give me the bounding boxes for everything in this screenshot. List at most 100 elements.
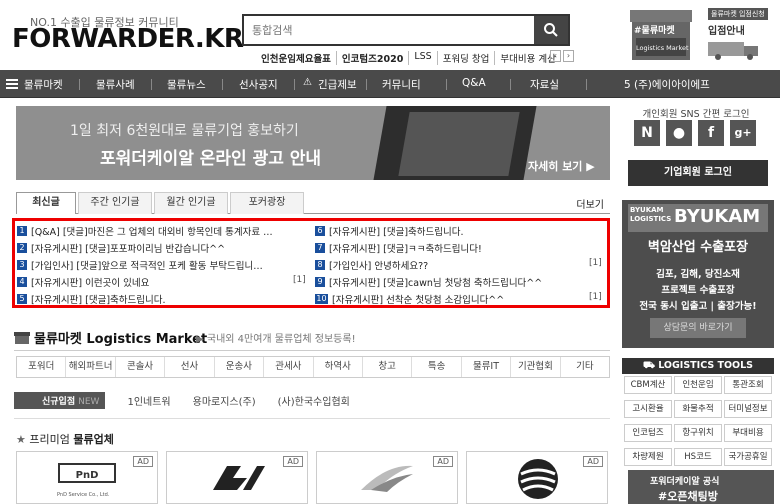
list-item[interactable]: 7 [자유게시판] [댓글]ㅋㅋ축하드립니다! <box>315 241 482 255</box>
svg-text:PnD: PnD <box>76 470 99 481</box>
category-etc[interactable]: 기타 <box>559 357 609 377</box>
market-subtitle[interactable]: ▶ 국내외 4만여개 물류업체 정보등록! <box>196 330 356 345</box>
corporate-login-button[interactable]: 기업회원 로그인 <box>628 160 768 186</box>
tab-latest[interactable]: 최신글 <box>16 192 76 214</box>
ad-banner[interactable]: 1일 최저 6천원대로 물류기업 홍보하기 포워더케이알 온라인 광고 안내 자… <box>16 106 610 180</box>
hot-keyword[interactable]: LSS <box>408 51 436 65</box>
open-chat-promo[interactable]: 포워더케이알 공식 #오픈채팅방 <box>628 470 774 504</box>
byukam-ad[interactable]: BYUKAM LOGISTICS BYUKAM 벽암산업 수출포장 김포, 김해… <box>622 200 774 348</box>
premium-card[interactable]: AD PnD PnD Service Co., Ltd. <box>16 451 158 504</box>
nav-item-news[interactable]: 물류뉴스 <box>167 77 206 92</box>
list-item[interactable]: 6 [자유게시판] [댓글]축하드립니다. <box>315 224 464 238</box>
list-item[interactable]: 2 [자유게시판] [댓글]포포파이리님 반갑습니다^^ <box>17 241 225 255</box>
tool-incheon-rate[interactable]: 인천운임 <box>674 376 722 394</box>
tool-terminal[interactable]: 터미널정보 <box>724 400 772 418</box>
kakao-icon[interactable]: ● <box>666 120 692 146</box>
category-overseas[interactable]: 해외파트너 <box>65 357 114 377</box>
byukam-title: 벽암산업 수출포장 <box>647 240 749 255</box>
hot-keyword[interactable]: 인코텀즈2020 <box>335 51 408 65</box>
ad-badge: AD <box>283 456 303 467</box>
search-input[interactable] <box>244 16 534 44</box>
logistics-tools-title: ⛟ LOGISTICS TOOLS <box>622 358 774 374</box>
tool-hs-code[interactable]: HS코드 <box>674 448 722 466</box>
category-express[interactable]: 특송 <box>411 357 460 377</box>
tabs-more-link[interactable]: 더보기 <box>576 196 604 211</box>
hot-keywords: 인천운임제요율표 인코텀즈2020 LSS 포워딩 창업 부대비용 계산 <box>256 51 561 65</box>
tool-incoterms[interactable]: 인코텀즈 <box>624 424 672 442</box>
nav-item-community[interactable]: 커뮤니티 <box>382 77 421 92</box>
nav-item-market[interactable]: 물류마켓 <box>24 77 63 92</box>
category-carrier[interactable]: 선사 <box>164 357 213 377</box>
naver-icon[interactable]: N <box>634 120 660 146</box>
category-transport[interactable]: 운송사 <box>213 357 263 377</box>
tool-exchange[interactable]: 고시환율 <box>624 400 672 418</box>
search-button[interactable] <box>534 16 568 44</box>
tool-holidays[interactable]: 국가공휴일 <box>724 448 772 466</box>
list-item[interactable]: 1 [Q&A] [댓글]마진은 그 업체의 대외비 항목인데 통계자료 … <box>17 224 273 238</box>
nav-ranking-ticker[interactable]: 5 (주)에이아이에프 <box>624 77 710 92</box>
category-forwarder[interactable]: 포워더 <box>17 357 65 377</box>
market-icon <box>14 332 30 344</box>
tab-monthly[interactable]: 월간 인기글 <box>154 192 228 214</box>
tool-cbm[interactable]: CBM계산 <box>624 376 672 394</box>
list-item[interactable]: 8 [가입인사] 안녕하세요?? <box>315 258 428 272</box>
category-warehouse[interactable]: 창고 <box>361 357 411 377</box>
sns-login-buttons: N ● f g+ <box>634 120 756 146</box>
premium-card[interactable]: AD <box>316 451 458 504</box>
chevron-right-icon[interactable]: › <box>563 50 574 62</box>
category-it[interactable]: 물류IT <box>460 357 510 377</box>
category-customs[interactable]: 관세사 <box>263 357 312 377</box>
company-logo <box>361 465 413 492</box>
truck-icon: ⛟ <box>642 360 659 371</box>
nav-item-cases[interactable]: 물류사례 <box>96 77 135 92</box>
list-item[interactable]: 5 [자유게시판] [댓글]축하드립니다. <box>17 292 166 306</box>
market-badge-label: #물류마켓 <box>634 26 675 36</box>
tab-forum[interactable]: 포커광장 <box>230 192 304 214</box>
nav-item-report[interactable]: 긴급제보 <box>318 77 357 92</box>
tool-vehicle[interactable]: 차량제원 <box>624 448 672 466</box>
tool-extra-cost[interactable]: 부대비용 <box>724 424 772 442</box>
tab-weekly[interactable]: 주간 인기글 <box>78 192 152 214</box>
new-entry-item[interactable]: 용마로지스(주) <box>193 393 256 408</box>
banner-line2: 포워더케이알 온라인 광고 안내 <box>100 149 322 169</box>
ad-badge: AD <box>433 456 453 467</box>
premium-card[interactable]: AD <box>166 451 308 504</box>
tool-tracking[interactable]: 화물추적 <box>674 400 722 418</box>
byukam-logo: BYUKAM <box>674 206 761 227</box>
list-item[interactable]: 9 [자유게시판] [댓글]cawn님 첫당첨 축하드립니다^^ <box>315 275 542 289</box>
list-item[interactable]: 10 [자유게시판] 선착순 첫당첨 소감입니다^^ <box>315 292 504 306</box>
banner-more-link[interactable]: 자세히 보기 ▶ <box>528 158 595 174</box>
chevron-left-icon[interactable]: ‹ <box>550 50 561 62</box>
nav-item-notice[interactable]: 선사공지 <box>239 77 278 92</box>
list-item[interactable]: 4 [자유게시판] 이런곳이 있네요 <box>17 275 149 289</box>
category-association[interactable]: 기관협회 <box>510 357 559 377</box>
nav-item-archive[interactable]: 자료실 <box>530 77 559 92</box>
menu-icon[interactable] <box>6 79 18 89</box>
byukam-consult-button[interactable]: 상담문의 바로가기 <box>650 318 746 338</box>
category-stevedore[interactable]: 하역사 <box>312 357 362 377</box>
post-tabs: 최신글 주간 인기글 월간 인기글 포커광장 더보기 <box>16 192 610 214</box>
byukam-logo-small: BYUKAM LOGISTICS <box>630 206 672 223</box>
market-categories: 포워더 해외파트너 콘솔사 선사 운송사 관세사 하역사 창고 특송 물류IT … <box>16 356 610 378</box>
entry-small-label: 물류마켓 입점신청 <box>708 8 768 20</box>
search-box <box>242 14 570 46</box>
category-consol[interactable]: 콘솔사 <box>114 357 164 377</box>
sns-login-title: 개인회원 SNS 간편 로그인 <box>642 109 750 120</box>
entry-info-link[interactable]: 물류마켓 입점신청 입점안내 <box>700 8 780 64</box>
google-plus-icon[interactable]: g+ <box>730 120 756 146</box>
premium-card[interactable]: AD <box>466 451 608 504</box>
comment-count: [1] <box>293 275 306 285</box>
hot-keyword[interactable]: 포워딩 창업 <box>436 51 495 65</box>
main-nav: 물류마켓 물류사례 물류뉴스 선사공지 ⚠ 긴급제보 커뮤니티 Q&A 자료실 … <box>0 70 780 98</box>
list-item[interactable]: 3 [가입인사] [댓글]앞으로 적극적인 포케 활동 부탁드립니… <box>17 258 263 272</box>
hot-keyword[interactable]: 인천운임제요율표 <box>256 51 336 65</box>
site-logo[interactable]: FORWARDER.KR <box>12 24 244 54</box>
new-entry-item[interactable]: (사)한국수입협회 <box>278 393 350 408</box>
tool-customs[interactable]: 통관조회 <box>724 376 772 394</box>
facebook-icon[interactable]: f <box>698 120 724 146</box>
logistics-market-badge[interactable]: #물류마켓 Logistics Market <box>626 6 696 64</box>
new-entry-item[interactable]: 1인네트워 <box>127 393 170 408</box>
nav-item-qna[interactable]: Q&A <box>462 77 486 89</box>
star-icon: ★ <box>16 433 26 446</box>
tool-port[interactable]: 항구위치 <box>674 424 722 442</box>
